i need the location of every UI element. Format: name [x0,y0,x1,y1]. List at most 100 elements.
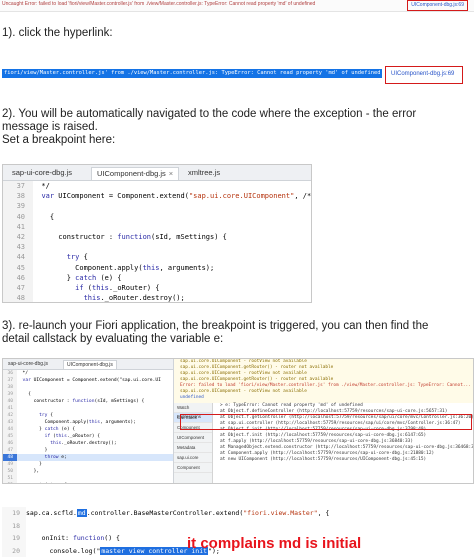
tab-sap-ui-core[interactable]: sap-ui-core-dbg.js [7,167,77,179]
line-number[interactable]: 50 [3,468,17,475]
line-number: 19 [2,532,26,545]
code-text: onInit: function() { [26,534,120,542]
line-number[interactable]: 46 [3,440,17,447]
code-line: 47 } [3,447,173,454]
code-line: 19 sap.ca.scfld.md.controller.BaseMasterC… [2,507,358,520]
line-number[interactable]: 39 [3,201,33,212]
top-console-strip: Uncaught Error: failed to load 'fiori/vi… [0,0,474,12]
code-line: 18 [2,519,358,532]
code-line: 49 } [3,461,173,468]
code-line: 40 constructor : function(sId, mSettings… [3,398,173,405]
code-text: console.log(" [26,546,101,555]
stack-frame: at new UIComponent (http://localhost:577… [220,457,427,462]
sidebar-item[interactable]: UIComponent [174,433,212,443]
step1-hyperlink-box[interactable]: UIComponent-dbg.js:69 [385,66,463,84]
tab-xmltree[interactable]: xmltree.js [183,167,225,179]
code-text: metadata : { [17,483,67,484]
step2-instruction-line3: Set a breakpoint here: [2,134,116,146]
sidebar-item[interactable]: Watch Expressions [174,403,212,419]
sidebar-item[interactable]: sap.ui.core [174,453,212,463]
line-number[interactable]: 44 [3,252,33,263]
line-number[interactable]: 47 [3,447,17,454]
line-number[interactable]: 40 [3,398,17,405]
step1-hyperlink[interactable]: UIComponent-dbg.js:69 [391,71,454,77]
line-number[interactable]: 39 [3,391,17,398]
code-line: 43 [3,242,311,253]
code-text: Component.apply(this, arguments); [17,420,136,425]
code-line: 38 [3,384,173,391]
code-text: } catch (e) { [33,273,122,282]
line-number[interactable]: 44 [3,426,17,433]
line-number[interactable]: 51 [3,475,17,482]
code-line: 44 } catch (e) { [3,426,173,433]
code-text: } catch (e) { [17,427,76,432]
close-icon[interactable]: × [169,169,173,178]
tab-uicomponent[interactable]: UIComponent-dbg.js [63,360,117,369]
code-text: } [17,448,48,453]
line-number: 19 [2,507,26,520]
code-line: 37 var UIComponent = Component.extend("s… [3,377,173,384]
line-number[interactable]: 48 [3,293,33,302]
step1-error-bar: fiori/view/Master.controller.js' from ./… [2,69,382,78]
line-number[interactable]: 38 [3,191,33,202]
code-line: 37 */ [3,181,311,192]
complaint-annotation: it complains md is initial [187,535,362,552]
code-line: 46 } catch (e) { [3,272,311,283]
code-line: 50 }, [3,468,173,475]
line-number[interactable]: 41 [3,405,17,412]
tab-sap-ui-core[interactable]: sap-ui-core-dbg.js [5,360,51,368]
line-number[interactable]: 43 [3,242,33,253]
code-text: if (this._oRouter) { [75,283,160,292]
code-text: if (this._oRouter) { [44,434,101,439]
sidebar-item[interactable]: Metadata [174,443,212,453]
line-number[interactable]: 38 [3,384,17,391]
line-number[interactable]: 45 [3,262,33,273]
line-number[interactable]: 37 [3,377,17,384]
code-text: try { [39,413,53,418]
code-text: try { [66,253,88,262]
code-line: 45 if (this._oRouter) { [3,433,173,440]
top-error-link[interactable]: UIComponent-dbg.js:69 [407,0,468,11]
console-message: undefined [180,395,204,400]
code-line: 36 */ [3,370,173,377]
code-line: 47 if (this._oRouter) { [3,282,311,294]
code-line: 48 this._oRouter.destroy(); [3,293,311,303]
code-text: throw e; [44,455,67,460]
step2-instruction-line1: 2). You will be automatically navigated … [2,108,417,120]
line-number[interactable]: 42 [3,412,17,419]
line-number[interactable]: 41 [3,221,33,232]
code-text: sap.ca.scfld. [26,509,77,517]
line-number[interactable]: 36 [3,370,17,377]
line-number[interactable]: 45 [3,433,17,440]
line-number[interactable]: 43 [3,419,17,426]
code-line: 46 this._oRouter.destroy(); [3,440,173,447]
code-text: this._oRouter.destroy(); [83,294,185,303]
code-line: 42 constructor : function(sId, mSettings… [3,231,311,243]
tab-uicomponent[interactable]: UIComponent-dbg.js × [91,167,180,180]
step2-code-editor: sap-ui-core-dbg.js UIComponent-dbg.js × x… [2,164,312,303]
code-line: 44 try { [3,252,311,263]
line-number[interactable]: 42 [3,231,33,243]
step3-instruction-line1: 3). re-launch your Fiori application, th… [2,320,429,332]
line-number[interactable]: 52 [3,482,17,483]
code-line: 41 [3,221,311,232]
code-text: { [17,392,31,397]
code-line: 45 Component.apply(this, arguments); [3,262,311,273]
code-line: 41 [3,405,173,412]
selected-text: md [76,509,87,517]
step1-error-text: fiori/view/Master.controller.js' from ./… [4,70,381,76]
line-number: 20 [2,544,26,557]
step2-instruction-line2: message is raised. [2,121,98,133]
line-number[interactable]: 47 [3,282,33,294]
line-number[interactable]: 46 [3,272,33,283]
step1-instruction: 1). click the hyperlink: [2,27,113,39]
line-number[interactable]: 37 [3,181,33,192]
console-messages: sap.ui.core.UIComponent - rootView not a… [174,359,473,403]
line-number[interactable]: 40 [3,211,33,222]
line-number[interactable]: 48 [3,454,17,461]
paused-code-line: 48 throw e; [3,454,173,461]
line-number[interactable]: 49 [3,461,17,468]
sidebar-item[interactable]: Component [174,463,212,473]
code-line: 39 [3,201,311,212]
code-lines: 37 */38 var UIComponent = Component.exte… [3,181,311,303]
